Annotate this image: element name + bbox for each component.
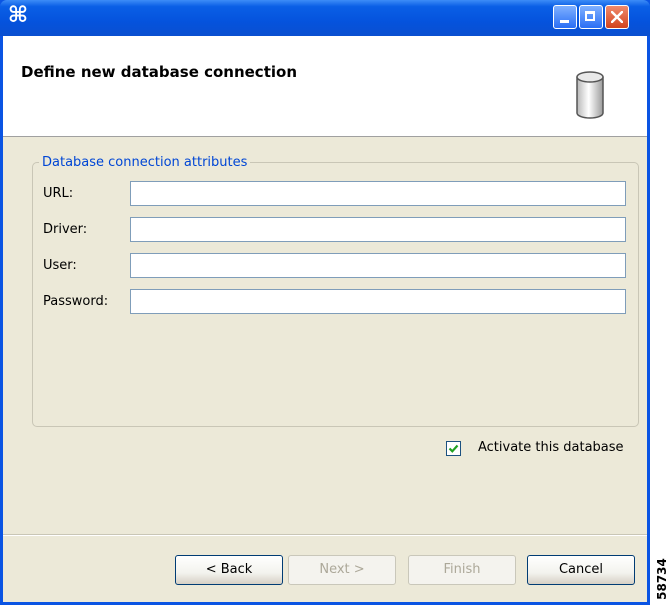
page-title: Define new database connection bbox=[21, 63, 297, 81]
database-icon bbox=[576, 71, 604, 119]
url-input[interactable] bbox=[130, 181, 626, 206]
figure-id-text: 58734 bbox=[654, 558, 669, 600]
user-input[interactable] bbox=[130, 253, 626, 278]
dialog-header: Define new database connection bbox=[3, 36, 647, 137]
maximize-button[interactable] bbox=[579, 5, 603, 29]
checkmark-icon bbox=[448, 444, 459, 453]
activate-database-checkbox[interactable] bbox=[446, 441, 461, 456]
driver-input[interactable] bbox=[130, 217, 626, 242]
close-button[interactable] bbox=[605, 5, 629, 29]
back-button[interactable]: < Back bbox=[175, 555, 283, 585]
user-label: User: bbox=[43, 258, 77, 273]
app-icon: ⌘ bbox=[7, 3, 29, 28]
title-bar[interactable]: ⌘ bbox=[0, 0, 650, 36]
password-label: Password: bbox=[43, 294, 109, 309]
minimize-button[interactable] bbox=[553, 5, 577, 29]
figure-id: 58734 bbox=[650, 558, 672, 600]
cancel-button[interactable]: Cancel bbox=[527, 555, 635, 585]
footer-divider bbox=[3, 534, 647, 536]
password-input[interactable] bbox=[130, 289, 626, 314]
url-label: URL: bbox=[43, 186, 74, 201]
group-legend: Database connection attributes bbox=[39, 155, 251, 170]
close-icon bbox=[611, 11, 623, 23]
driver-label: Driver: bbox=[43, 222, 88, 237]
finish-button[interactable]: Finish bbox=[408, 555, 516, 585]
next-button[interactable]: Next > bbox=[288, 555, 396, 585]
dialog-body: Define new database connection Database … bbox=[3, 36, 647, 602]
dialog-window: ⌘ Define new database connection Databas… bbox=[0, 0, 650, 605]
activate-database-label: Activate this database bbox=[478, 440, 624, 455]
